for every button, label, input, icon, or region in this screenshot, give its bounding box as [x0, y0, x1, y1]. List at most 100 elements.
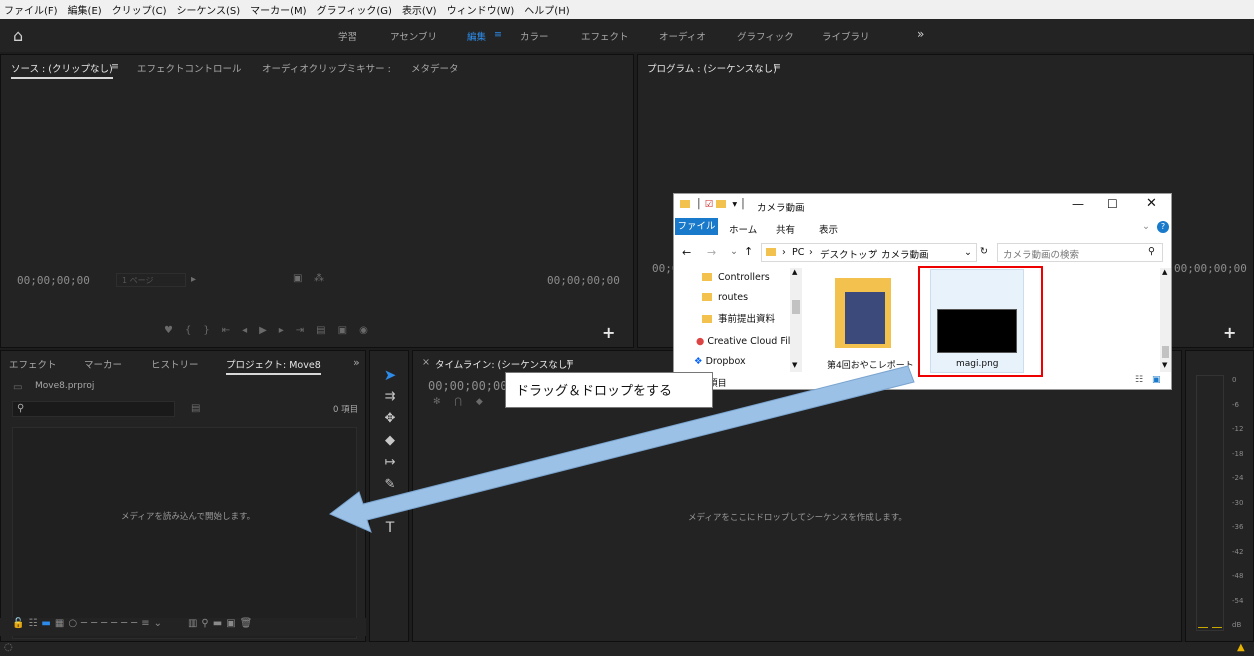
slip-tool-icon[interactable]: ↦	[380, 455, 400, 470]
project-search-input[interactable]: ⚲	[12, 401, 175, 417]
lock-icon[interactable]: 🔓	[12, 618, 28, 629]
tab-source[interactable]: ソース : (クリップなし)	[11, 61, 113, 79]
workspace-color[interactable]: カラー	[520, 29, 549, 43]
tab-audio-clip-mixer[interactable]: オーディオクリップミキサー :	[262, 61, 391, 75]
timeline-snap-tools[interactable]: ✻⋂◆	[433, 397, 513, 409]
tab-effect-controls[interactable]: エフェクトコントロール	[137, 61, 242, 75]
nav-scrollbar[interactable]: ▲ ▼	[790, 268, 802, 372]
menu-graphics[interactable]: グラフィック(G)	[317, 2, 392, 17]
source-menu-icon[interactable]: ≡	[111, 61, 119, 72]
workspace-graphics[interactable]: グラフィック	[737, 29, 794, 43]
tab-markers[interactable]: マーカー	[84, 357, 122, 371]
menu-view[interactable]: 表示(V)	[402, 2, 437, 17]
timeline-close-icon[interactable]: ×	[422, 357, 430, 368]
details-view-icon[interactable]: ☷	[1135, 375, 1143, 385]
tab-metadata[interactable]: メタデータ	[411, 61, 459, 75]
recent-icon[interactable]: ⌄	[730, 246, 738, 257]
program-menu-icon[interactable]: ≡	[773, 61, 781, 72]
nav-item[interactable]: 事前提出資料	[702, 311, 775, 325]
hand-tool-icon[interactable]: ✋	[380, 500, 400, 515]
icon-view-icon[interactable]: ▬	[41, 618, 54, 629]
content-scrollbar[interactable]: ▲ ▼	[1160, 268, 1171, 372]
nav-item[interactable]: ❖ Dropbox	[694, 356, 746, 367]
nav-item[interactable]: ● Creative Cloud File	[696, 336, 796, 347]
program-add-button[interactable]: +	[1223, 323, 1236, 342]
home-icon[interactable]: ⌂	[13, 26, 23, 45]
path-pc[interactable]: PC	[792, 247, 804, 258]
ripple-edit-tool-icon[interactable]: ✥	[380, 411, 400, 426]
minimize-icon[interactable]: —	[1072, 197, 1084, 211]
close-icon[interactable]: ✕	[1146, 196, 1157, 211]
tab-history[interactable]: ヒストリー	[151, 357, 199, 371]
tab-timeline[interactable]: タイムライン: (シーケンスなし)	[435, 357, 571, 373]
new-bin-icon[interactable]: ▬	[213, 618, 226, 629]
ribbon-tab-view[interactable]: 表示	[819, 222, 838, 236]
menu-help[interactable]: ヘルプ(H)	[524, 2, 569, 17]
menu-window[interactable]: ウィンドウ(W)	[447, 2, 515, 17]
find-icon[interactable]: ⚲	[201, 618, 212, 629]
large-icons-view-icon[interactable]: ▣	[1152, 375, 1161, 385]
type-tool-icon[interactable]: T	[380, 520, 400, 536]
tab-program[interactable]: プログラム : (シーケンスなし)	[647, 61, 777, 77]
trash-icon[interactable]: 🗑	[240, 618, 257, 629]
file-item-folder[interactable]: 第4回おやこレポート	[827, 278, 914, 374]
source-timecode-left[interactable]: 00;00;00;00	[17, 274, 90, 287]
settings-icon[interactable]: ⁂	[314, 273, 324, 284]
workspace-libraries[interactable]: ライブラリ	[822, 29, 870, 43]
menu-file[interactable]: ファイル(F)	[4, 2, 58, 17]
nav-item[interactable]: Controllers	[702, 272, 770, 283]
project-media-area[interactable]: メディアを読み込んで開始します。	[12, 427, 357, 639]
selection-tool-icon[interactable]: ➤	[380, 366, 400, 384]
source-add-button[interactable]: +	[602, 323, 615, 342]
nav-item[interactable]: routes	[702, 292, 748, 303]
address-bar[interactable]: › PC › デスクトップ › カメラ動画 ⌄	[761, 243, 977, 262]
warning-icon[interactable]: ▲	[1237, 642, 1245, 653]
path-camera[interactable]: カメラ動画	[881, 247, 929, 261]
menu-marker[interactable]: マーカー(M)	[250, 2, 306, 17]
help-icon[interactable]: ?	[1157, 221, 1169, 233]
workspace-assembly[interactable]: アセンブリ	[390, 29, 437, 43]
menu-edit[interactable]: 編集(E)	[68, 2, 102, 17]
freeform-view-icon[interactable]: ▦	[55, 618, 68, 629]
status-icon[interactable]: ◌	[4, 642, 13, 653]
tab-project[interactable]: プロジェクト: Move8	[226, 357, 321, 375]
workspace-menu-icon[interactable]: ≡	[494, 29, 502, 40]
track-select-tool-icon[interactable]: ⇉	[380, 389, 400, 404]
path-desktop[interactable]: デスクトップ	[820, 247, 877, 261]
menu-sequence[interactable]: シーケンス(S)	[176, 2, 240, 17]
menu-clip[interactable]: クリップ(C)	[112, 2, 167, 17]
more-panels-icon[interactable]: »	[353, 356, 360, 369]
workspace-audio[interactable]: オーディオ	[659, 29, 706, 43]
up-icon[interactable]: ↑	[744, 245, 753, 258]
new-search-bin-icon[interactable]: ▤	[191, 403, 200, 414]
pen-tool-icon[interactable]: ✎	[380, 477, 400, 492]
address-dropdown-icon[interactable]: ⌄	[964, 247, 972, 258]
razor-tool-icon[interactable]: ◆	[380, 433, 400, 448]
list-view-icon[interactable]: ☷	[28, 618, 41, 629]
workspace-learning[interactable]: 学習	[338, 29, 357, 43]
timeline-timecode[interactable]: 00;00;00;00	[428, 379, 507, 393]
workspace-editing[interactable]: 編集	[467, 29, 486, 43]
ribbon-tab-home[interactable]: ホーム	[729, 222, 757, 236]
ribbon-tab-share[interactable]: 共有	[776, 222, 795, 236]
sort-icon[interactable]: ≡⌄	[141, 618, 166, 629]
zoom-slider[interactable]: ○──────	[68, 618, 141, 629]
page-select[interactable]: 1 ページ	[116, 273, 186, 287]
forward-icon[interactable]: →	[707, 246, 716, 259]
new-item-icon[interactable]: ▣	[226, 618, 239, 629]
expand-ribbon-icon[interactable]: ⌄	[1142, 221, 1150, 232]
play-small-icon[interactable]: ▸	[191, 274, 196, 285]
explorer-search-input[interactable]: カメラ動画の検索	[997, 243, 1163, 262]
quick-access-icons[interactable]: │ ☑ ▾ │	[680, 199, 746, 210]
refresh-icon[interactable]: ↻	[980, 246, 988, 257]
safe-margin-icon[interactable]: ▣	[293, 273, 302, 284]
back-icon[interactable]: ←	[682, 246, 691, 259]
workspace-effects[interactable]: エフェクト	[581, 29, 629, 43]
ribbon-tab-file[interactable]: ファイル	[675, 218, 718, 235]
maximize-icon[interactable]: ☐	[1107, 197, 1118, 211]
timeline-menu-icon[interactable]: ≡	[566, 357, 574, 368]
more-workspaces-icon[interactable]: »	[917, 27, 924, 41]
automate-icon[interactable]: ▥	[188, 618, 201, 629]
source-transport-controls[interactable]: ♥{}⇤◂▶▸⇥▤▣◉	[164, 325, 484, 339]
tab-effects[interactable]: エフェクト	[9, 357, 57, 371]
